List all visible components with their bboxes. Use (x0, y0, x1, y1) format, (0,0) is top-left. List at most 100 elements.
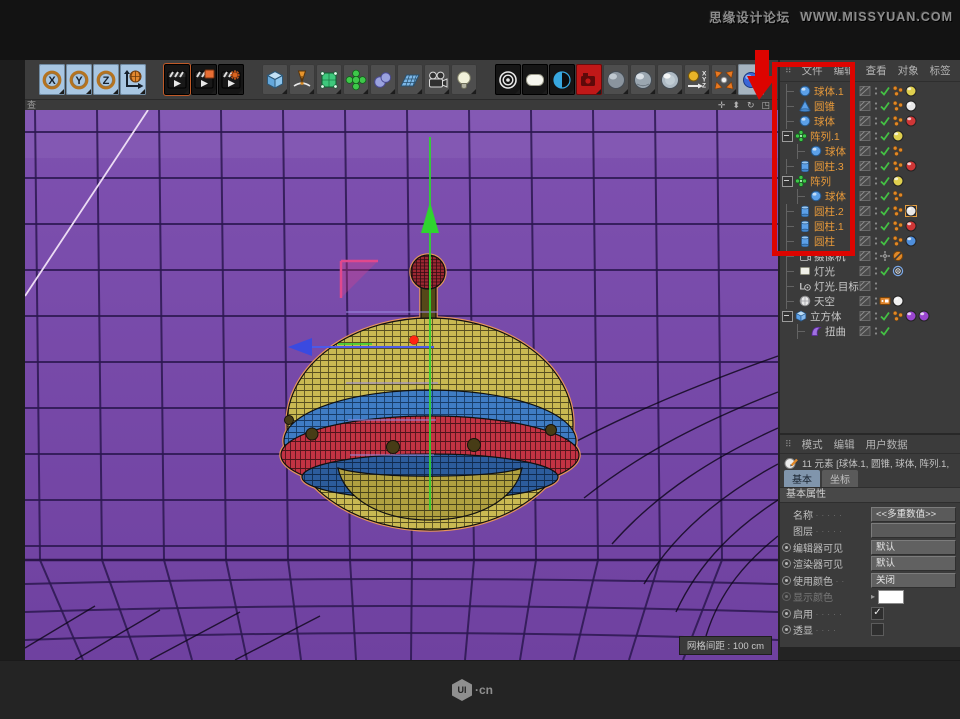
enabled-check-icon[interactable] (879, 310, 892, 323)
cube-primitive-button[interactable] (262, 64, 288, 95)
enabled-check-icon[interactable] (879, 175, 892, 188)
tab-坐标[interactable]: 坐标 (822, 470, 858, 487)
layer-hatch-icon[interactable] (859, 295, 872, 308)
object-row[interactable]: 立方体 (780, 309, 960, 324)
render-view-button[interactable] (164, 64, 190, 95)
sky-obj-icon[interactable] (799, 295, 812, 308)
render_visible-dropdown[interactable]: 默认 (871, 556, 956, 571)
visibility-dots-icon[interactable] (872, 130, 879, 143)
floor-button[interactable] (397, 64, 423, 95)
menu-item-查看[interactable]: 查看 (866, 63, 887, 78)
use_color-dropdown[interactable]: 关闭 (871, 573, 956, 588)
visibility-dots-icon[interactable] (872, 295, 879, 308)
panel-grip-icon[interactable]: ⠿ (785, 439, 791, 450)
layer-hatch-icon[interactable] (859, 205, 872, 218)
enabled-check-icon[interactable] (879, 205, 892, 218)
metaball-button[interactable] (370, 64, 396, 95)
layer-input[interactable] (871, 523, 956, 538)
enabled-check-icon[interactable] (879, 160, 892, 173)
layer-hatch-icon[interactable] (859, 280, 872, 293)
menu-item-对象[interactable]: 对象 (898, 63, 919, 78)
cube-obj-icon[interactable] (795, 310, 808, 323)
coord-globe-button[interactable] (120, 64, 146, 95)
layer-hatch-icon[interactable] (859, 130, 872, 143)
material-tag-icon[interactable] (918, 310, 931, 323)
material-tag-icon[interactable] (905, 220, 918, 233)
object-row[interactable]: L灯光.目标.1 (780, 279, 960, 294)
xray-checkbox[interactable] (871, 623, 884, 636)
material-tag-icon[interactable] (905, 115, 918, 128)
phong-tag-icon[interactable] (892, 160, 905, 173)
phong-tag-icon[interactable] (892, 310, 905, 323)
visibility-dots-icon[interactable] (872, 250, 879, 263)
material-tag-icon[interactable] (892, 295, 905, 308)
material-tag-icon[interactable] (892, 130, 905, 143)
animate-dot-icon[interactable] (780, 592, 793, 601)
light-obj-icon[interactable] (799, 265, 812, 278)
visibility-dots-icon[interactable] (872, 220, 879, 233)
material-tag-icon[interactable] (905, 310, 918, 323)
viewport-canvas[interactable] (25, 110, 778, 660)
dolly-icon[interactable]: ⬍ (732, 100, 740, 110)
phong-tag-icon[interactable] (892, 85, 905, 98)
layer-hatch-icon[interactable] (859, 235, 872, 248)
viewport-menu-label[interactable]: 查 (27, 100, 36, 110)
display_color-swatch[interactable] (878, 590, 904, 604)
visibility-dots-icon[interactable] (872, 205, 879, 218)
menu-item-编辑[interactable]: 编辑 (834, 437, 855, 452)
enabled-check-icon[interactable] (879, 235, 892, 248)
sphere-glass-button[interactable] (657, 64, 683, 95)
shade-toggle-button[interactable] (549, 64, 575, 95)
area-light-button[interactable] (522, 64, 548, 95)
bend-obj-icon[interactable] (810, 325, 823, 338)
visibility-dots-icon[interactable] (872, 190, 879, 203)
object-label[interactable]: 天空 (814, 294, 835, 309)
enabled-check-icon[interactable] (879, 130, 892, 143)
object-label[interactable]: 灯光.目标.1 (814, 279, 859, 294)
render-picture-button[interactable] (191, 64, 217, 95)
enabled-check-icon[interactable] (879, 190, 892, 203)
name-input[interactable]: <<多重数值>> (871, 507, 956, 522)
camera-toggle-icon[interactable] (879, 250, 892, 263)
render-settings-button[interactable] (218, 64, 244, 95)
render-cam-button[interactable] (576, 64, 602, 95)
layer-hatch-icon[interactable] (859, 265, 872, 278)
enabled-check-icon[interactable] (879, 220, 892, 233)
object-label[interactable]: 灯光 (814, 264, 835, 279)
material-tag-icon[interactable] (905, 235, 918, 248)
layer-hatch-icon[interactable] (859, 160, 872, 173)
material-tag-icon[interactable] (905, 160, 918, 173)
light-target-obj-icon[interactable]: L (799, 280, 812, 293)
menu-item-用户数据[interactable]: 用户数据 (866, 437, 908, 452)
phong-tag-icon[interactable] (892, 220, 905, 233)
visibility-dots-icon[interactable] (872, 85, 879, 98)
layer-hatch-icon[interactable] (859, 100, 872, 113)
layer-hatch-icon[interactable] (859, 115, 872, 128)
spline-pen-button[interactable] (289, 64, 315, 95)
enabled-checkbox[interactable]: ✓ (871, 607, 884, 620)
material-tag-icon[interactable] (905, 85, 918, 98)
menu-item-模式[interactable]: 模式 (802, 437, 823, 452)
axis-xyz-button[interactable]: XYZ (684, 64, 710, 95)
protection-tag-icon[interactable] (892, 250, 905, 263)
pan-icon[interactable]: ✛ (718, 100, 726, 110)
phong-tag-icon[interactable] (892, 190, 905, 203)
sphere-reflect-button[interactable] (630, 64, 656, 95)
expand-arrow-icon[interactable]: ▸ (871, 592, 875, 601)
material-tag-icon[interactable] (892, 175, 905, 188)
phong-tag-icon[interactable] (892, 145, 905, 158)
animate-dot-icon[interactable] (780, 543, 793, 552)
light-tool-button[interactable] (451, 64, 477, 95)
visibility-dots-icon[interactable] (872, 115, 879, 128)
layer-hatch-icon[interactable] (859, 190, 872, 203)
camera-tool-button[interactable] (424, 64, 450, 95)
layer-hatch-icon[interactable] (859, 175, 872, 188)
animate-dot-icon[interactable] (780, 625, 793, 634)
phong-tag-icon[interactable] (892, 205, 905, 218)
enabled-check-icon[interactable] (879, 145, 892, 158)
phong-tag-icon[interactable] (892, 235, 905, 248)
phong-tag-icon[interactable] (892, 115, 905, 128)
expander-icon[interactable] (782, 311, 793, 322)
enabled-check-icon[interactable] (879, 325, 892, 338)
deformer-button[interactable] (343, 64, 369, 95)
